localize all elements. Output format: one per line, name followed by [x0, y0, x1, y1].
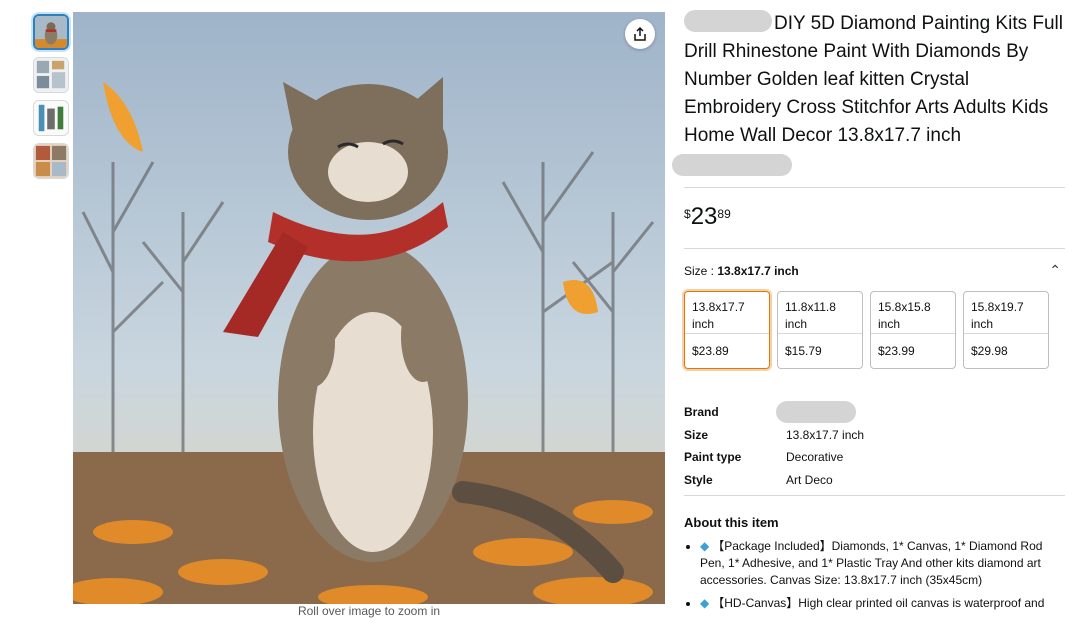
- about-bullets: ◆【Package Included】Diamonds, 1* Canvas, …: [684, 538, 1065, 612]
- product-title: DIY 5D Diamond Painting Kits Full Drill …: [684, 9, 1065, 150]
- thumbnail-cat[interactable]: [33, 14, 69, 50]
- spec-label: Brand: [684, 405, 719, 420]
- divider: [684, 495, 1065, 496]
- share-icon: [634, 26, 646, 41]
- about-heading: About this item: [684, 515, 779, 530]
- size-option-price: $15.79: [778, 333, 862, 368]
- spec-value: Art Deco: [786, 472, 833, 487]
- product-title-text: DIY 5D Diamond Painting Kits Full Drill …: [684, 13, 1063, 146]
- product-info: DIY 5D Diamond Painting Kits Full Drill …: [672, 9, 1065, 618]
- size-option-price: $29.98: [964, 333, 1048, 368]
- thumbnail-strip: [33, 14, 71, 186]
- size-selector-header[interactable]: Size : 13.8x17.7 inch ⌃: [684, 262, 1065, 279]
- size-option-15.8x15.8[interactable]: 15.8x15.8 inch $23.99: [870, 291, 956, 369]
- spec-row-style: Style Art Deco: [684, 469, 1065, 492]
- size-option-15.8x19.7[interactable]: 15.8x19.7 inch $29.98: [963, 291, 1049, 369]
- zoom-hint: Roll over image to zoom in: [297, 604, 441, 618]
- cat-painting-image: [73, 12, 665, 604]
- thumbnail-detail[interactable]: [33, 143, 69, 179]
- thumbnail-kit-contents[interactable]: [33, 57, 69, 93]
- size-option-label: 11.8x11.8 inch: [785, 300, 836, 331]
- chevron-up-icon[interactable]: ⌃: [1049, 262, 1061, 279]
- share-button[interactable]: [625, 19, 655, 49]
- spec-row-paint-type: Paint type Decorative: [684, 446, 1065, 469]
- size-option-13.8x17.7[interactable]: 13.8x17.7 inch $23.89: [684, 291, 770, 369]
- divider: [684, 248, 1065, 249]
- size-option-label: 15.8x19.7 inch: [971, 300, 1024, 331]
- size-option-11.8x11.8[interactable]: 11.8x11.8 inch $15.79: [777, 291, 863, 369]
- bullet-text: 【Package Included】Diamonds, 1* Canvas, 1…: [700, 539, 1043, 587]
- bullet-item: ◆【Package Included】Diamonds, 1* Canvas, …: [700, 538, 1065, 589]
- size-selected-value: 13.8x17.7 inch: [717, 263, 799, 278]
- size-option-label: 15.8x15.8 inch: [878, 300, 931, 331]
- spec-value: 13.8x17.7 inch: [786, 427, 865, 442]
- bullet-text: 【HD-Canvas】High clear printed oil canvas…: [712, 596, 1045, 610]
- product-price: $ 23 89: [684, 188, 1065, 248]
- diamond-icon: ◆: [700, 539, 710, 553]
- spec-value: Decorative: [786, 450, 844, 465]
- spec-row-size: Size 13.8x17.7 inch: [684, 424, 1065, 447]
- size-option-price: $23.89: [685, 333, 769, 368]
- size-option-price: $23.99: [871, 333, 955, 368]
- main-product-image[interactable]: [73, 12, 665, 604]
- spec-label: Paint type: [684, 450, 742, 465]
- bullet-item: ◆【HD-Canvas】High clear printed oil canva…: [700, 595, 1065, 612]
- redacted-brand-name: [684, 9, 772, 32]
- price-fraction: 89: [717, 207, 731, 221]
- spec-label: Size: [684, 427, 709, 442]
- size-option-label: 13.8x17.7 inch: [692, 300, 745, 331]
- spec-label: Style: [684, 472, 713, 487]
- product-specs: Brand Size 13.8x17.7 inch Paint type Dec…: [684, 401, 1065, 491]
- size-label: Size :: [684, 263, 718, 278]
- price-whole: 23: [690, 203, 718, 230]
- spec-row-brand: Brand: [684, 401, 1065, 424]
- price-symbol: $: [684, 207, 691, 221]
- size-swatches: 13.8x17.7 inch $23.89 11.8x11.8 inch $15…: [684, 291, 1065, 369]
- diamond-icon: ◆: [700, 596, 710, 610]
- thumbnail-tools[interactable]: [33, 100, 69, 136]
- redacted-store-link[interactable]: [672, 154, 792, 176]
- redacted-brand-value: [776, 401, 856, 424]
